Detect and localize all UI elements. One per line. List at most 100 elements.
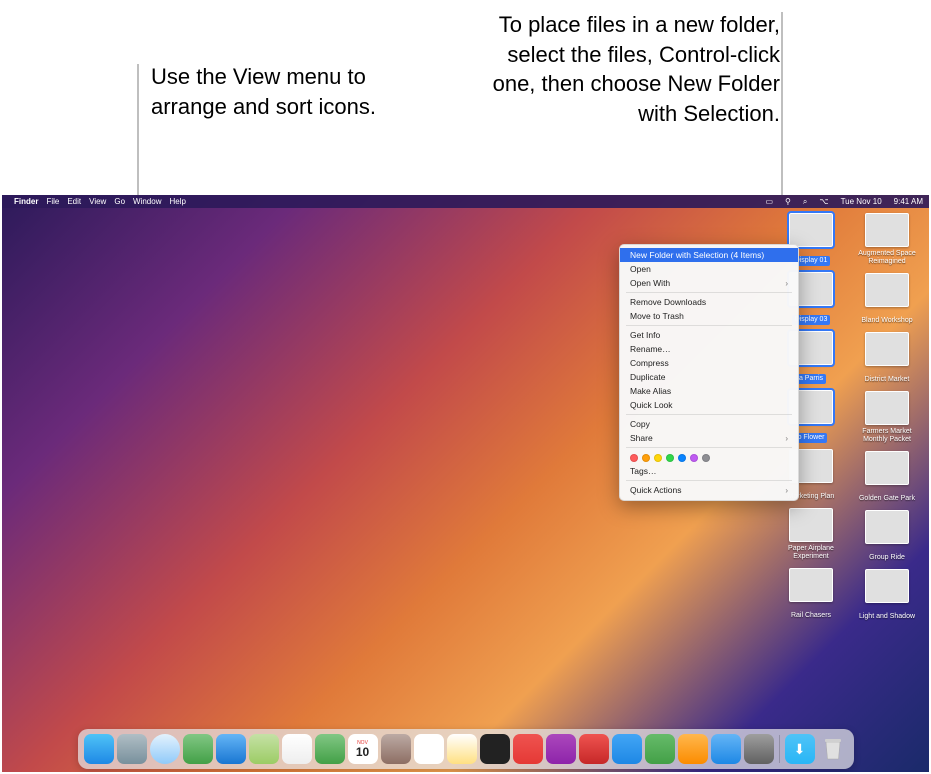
context-menu-item[interactable]: Get Info: [620, 328, 798, 342]
dock-numbers-icon[interactable]: [645, 734, 675, 764]
context-menu-item-label: Get Info: [630, 330, 660, 340]
chevron-right-icon: ›: [785, 279, 788, 288]
context-menu-item[interactable]: Rename…: [620, 342, 798, 356]
dock-calendar-icon[interactable]: NOV10: [348, 734, 378, 764]
desktop-icon[interactable]: Light and Shadow: [851, 569, 923, 623]
wifi-icon[interactable]: ⚲: [785, 197, 791, 206]
tag-color-dot[interactable]: [702, 454, 710, 462]
file-thumbnail-icon: [789, 508, 833, 542]
context-menu-item-label: Duplicate: [630, 372, 665, 382]
tag-color-dot[interactable]: [690, 454, 698, 462]
desktop-icon[interactable]: Golden Gate Park: [851, 451, 923, 505]
dock-reminders-icon[interactable]: [414, 734, 444, 764]
context-menu: New Folder with Selection (4 Items) Open O…: [619, 244, 799, 501]
context-menu-item-label: Remove Downloads: [630, 297, 706, 307]
context-menu-item[interactable]: Quick Look: [620, 398, 798, 412]
desktop-icon-label: Paper Airplane Experiment: [776, 544, 846, 562]
menu-file[interactable]: File: [46, 197, 59, 206]
callout-line-left: [137, 64, 139, 210]
battery-icon[interactable]: ▭: [765, 197, 773, 206]
dock-photos-icon[interactable]: [282, 734, 312, 764]
context-menu-item-label: Compress: [630, 358, 669, 368]
context-menu-item-label: Open: [630, 264, 651, 274]
menu-help[interactable]: Help: [169, 197, 185, 206]
menubar-date[interactable]: Tue Nov 10: [841, 197, 882, 206]
context-menu-item-label: New Folder with Selection (4 Items): [630, 250, 764, 260]
desktop-icon-label: Farmers Market Monthly Packet: [852, 427, 922, 445]
context-menu-item-label: Move to Trash: [630, 311, 684, 321]
file-thumbnail-icon: [713, 213, 757, 247]
dock-keynote-icon[interactable]: [612, 734, 642, 764]
context-menu-item-label: Tags…: [630, 466, 656, 476]
menubar-time[interactable]: 9:41 AM: [894, 197, 923, 206]
spotlight-search-icon[interactable]: ⌕: [803, 197, 807, 207]
dock-podcasts-icon[interactable]: [546, 734, 576, 764]
desktop-icon[interactable]: Group Ride: [851, 510, 923, 564]
menu-separator: [626, 292, 792, 293]
file-thumbnail-icon: [865, 213, 909, 247]
desktop-icon-label: Light and Shadow: [856, 612, 918, 622]
dock-music-icon[interactable]: [513, 734, 543, 764]
context-menu-item[interactable]: Open With ›: [620, 276, 798, 290]
dock-settings-icon[interactable]: [744, 734, 774, 764]
tag-color-dot[interactable]: [678, 454, 686, 462]
desktop-icon-label: Golden Gate Park: [856, 494, 918, 504]
tag-color-dot[interactable]: [630, 454, 638, 462]
dock-mail-icon[interactable]: [216, 734, 246, 764]
menu-window[interactable]: Window: [133, 197, 161, 206]
tag-color-dot[interactable]: [666, 454, 674, 462]
desktop-icon-label: Group Ride: [866, 553, 908, 563]
context-menu-item-label: Rename…: [630, 344, 671, 354]
control-center-icon[interactable]: ⌥: [819, 197, 828, 206]
dock-facetime-icon[interactable]: [315, 734, 345, 764]
dock-downloads-icon[interactable]: ⬇: [785, 734, 815, 764]
context-menu-item[interactable]: Move to Trash: [620, 309, 798, 323]
dock-notes-icon[interactable]: [447, 734, 477, 764]
dock-launchpad-icon[interactable]: [117, 734, 147, 764]
desktop-icon-label: o Flower: [795, 433, 828, 443]
desktop-icon-label: a Parris: [796, 374, 826, 384]
desktop-icon[interactable]: Bland Workshop: [851, 273, 923, 327]
dock-messages-icon[interactable]: [183, 734, 213, 764]
tag-color-dot[interactable]: [654, 454, 662, 462]
desktop-icon[interactable]: Farmers Market Monthly Packet: [851, 391, 923, 446]
context-menu-item-label: Open With: [630, 278, 670, 288]
dock-trash-icon[interactable]: [818, 734, 848, 764]
desktop-icon[interactable]: District Market: [851, 332, 923, 386]
menu-separator: [626, 325, 792, 326]
context-menu-item[interactable]: Compress: [620, 356, 798, 370]
menu-edit[interactable]: Edit: [67, 197, 81, 206]
dock-finder-icon[interactable]: [84, 734, 114, 764]
context-menu-item[interactable]: Quick Actions›: [620, 483, 798, 497]
desktop-icon[interactable]: Rail Chasers: [775, 568, 847, 622]
desktop-icon[interactable]: Paper Airplane Experiment: [775, 508, 847, 563]
dock-news-icon[interactable]: [579, 734, 609, 764]
context-menu-item[interactable]: Make Alias: [620, 384, 798, 398]
context-menu-item[interactable]: Tags…: [620, 464, 798, 478]
annotation-area: Use the View menu to arrange and sort ic…: [0, 0, 931, 195]
context-menu-item[interactable]: Share›: [620, 431, 798, 445]
desktop-icon-label: Bland Workshop: [858, 316, 915, 326]
file-thumbnail-icon: [789, 213, 833, 247]
menu-separator: [626, 480, 792, 481]
dock-contacts-icon[interactable]: [381, 734, 411, 764]
dock-maps-icon[interactable]: [249, 734, 279, 764]
desktop-icon[interactable]: Augmented Space Reimagined: [851, 213, 923, 268]
tag-color-dot[interactable]: [642, 454, 650, 462]
dock-pages-icon[interactable]: [678, 734, 708, 764]
context-menu-item[interactable]: Copy: [620, 417, 798, 431]
dock-tv-icon[interactable]: [480, 734, 510, 764]
app-name[interactable]: Finder: [14, 197, 38, 206]
trash-icon: [822, 736, 844, 762]
dock-appstore-icon[interactable]: [711, 734, 741, 764]
menu-view[interactable]: View: [89, 197, 106, 206]
context-menu-item[interactable]: New Folder with Selection (4 Items): [620, 248, 798, 262]
dock-safari-icon[interactable]: [150, 734, 180, 764]
context-menu-item[interactable]: Duplicate: [620, 370, 798, 384]
menu-go[interactable]: Go: [114, 197, 125, 206]
context-menu-item[interactable]: Remove Downloads: [620, 295, 798, 309]
dock: NOV10 ⬇: [78, 729, 854, 769]
context-menu-item[interactable]: Open: [620, 262, 798, 276]
file-thumbnail-icon: [865, 391, 909, 425]
file-thumbnail-icon: [789, 568, 833, 602]
